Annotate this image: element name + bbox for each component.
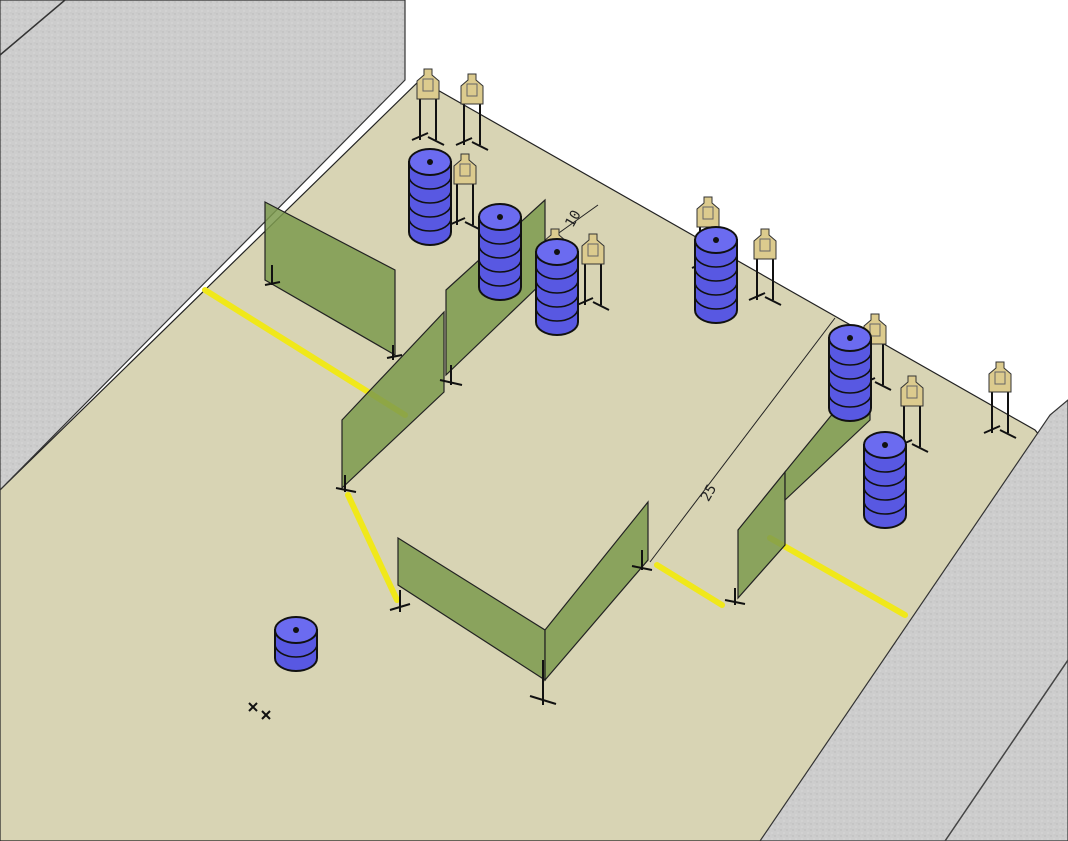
- barrel-stack: [408, 148, 452, 246]
- barrel-stack: [863, 431, 907, 529]
- barrel-stack: [478, 203, 522, 301]
- barrel-stack: [828, 324, 872, 422]
- barrel-stack: [274, 616, 318, 672]
- barrel-stack: [535, 238, 579, 336]
- stage-diagram: 10 25: [0, 0, 1068, 841]
- barrel-stack: [694, 226, 738, 324]
